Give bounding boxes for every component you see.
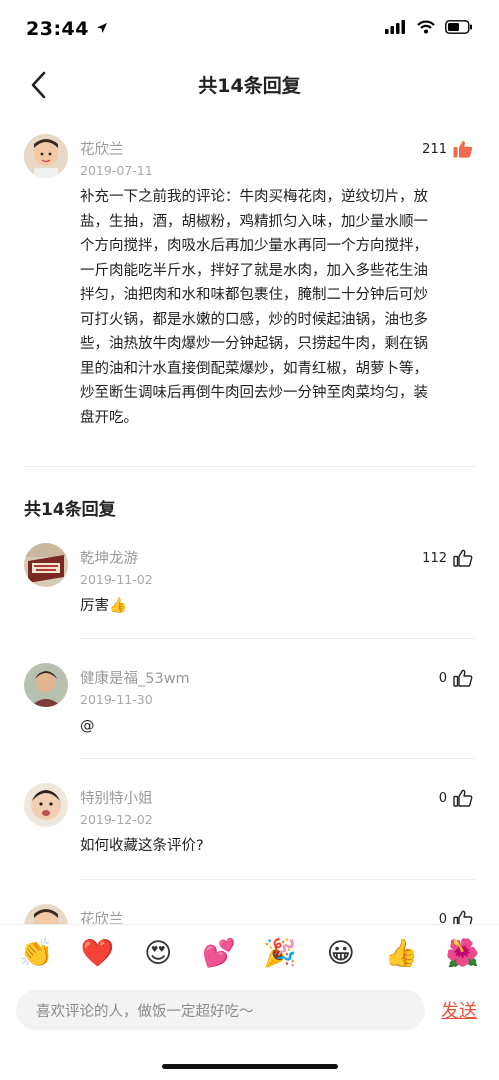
like-button[interactable]: 112 [422,549,473,567]
divider [80,879,475,880]
thumbs-up-emoji[interactable]: 👍 [380,933,424,973]
avatar[interactable] [24,134,68,178]
avatar[interactable] [24,783,68,827]
thumbs-up-filled-icon [453,141,473,158]
status-time: 23:44 [26,18,108,40]
send-button[interactable]: 发送 [441,997,477,1023]
thumbs-up-outline-icon [453,549,473,567]
reply-text: @ [80,718,95,734]
divider [80,758,475,759]
like-count: 112 [422,550,447,566]
like-button[interactable]: 211 [422,140,473,158]
comment-date: 2019-07-11 [80,163,153,178]
grinning-face-emoji[interactable]: 😀 [319,933,363,973]
reply-username[interactable]: 健康是福_53wm [80,667,190,688]
like-button[interactable]: 0 [439,789,473,807]
reply-username[interactable]: 特别特小姐 [80,787,153,808]
avatar[interactable] [24,543,68,587]
divider [80,638,475,639]
thumbs-up-outline-icon [453,789,473,807]
reply-date: 2019-11-02 [80,572,153,587]
two-hearts-emoji[interactable]: 💕 [197,933,241,973]
page-title: 共14条回复 [198,75,301,97]
like-count: 0 [438,670,447,686]
status-indicators [385,20,473,34]
like-button[interactable]: 0 [439,669,473,687]
like-count: 0 [438,790,447,806]
reply-date: 2019-12-02 [80,812,153,827]
thumbs-up-outline-icon [453,669,473,687]
avatar[interactable] [24,663,68,707]
comment-username[interactable]: 花欣兰 [80,138,124,159]
clapping-hands-emoji[interactable]: 👏 [14,933,58,973]
hibiscus-emoji[interactable]: 🌺 [441,933,485,973]
reply-username[interactable]: 乾坤龙游 [80,547,138,568]
replies-section-title: 共14条回复 [24,500,116,520]
red-heart-emoji[interactable]: ❤️ [75,933,119,973]
reply-text: 厉害👍 [80,598,128,614]
home-indicator [162,1064,338,1069]
location-arrow-icon [97,23,108,33]
comment-text: 补充一下之前我的评论：牛肉买梅花肉，逆纹切片，放盐，生抽，酒，胡椒粉，鸡精抓匀入… [80,189,428,426]
party-popper-emoji[interactable]: 🎉 [258,933,302,973]
like-count: 211 [422,141,447,157]
comment-input-placeholder: 喜欢评论的人，做饭一定超好吃～ [36,1004,254,1020]
reply-date: 2019-11-30 [80,692,153,707]
emoji-bar: 👏 ❤️ 😍 💕 🎉 😀 👍 🌺 [0,933,499,973]
signal-icon [385,20,405,34]
heart-eyes-emoji[interactable]: 😍 [136,933,180,973]
battery-icon [445,20,472,34]
wifi-icon [417,20,435,34]
reply-text: 如何收藏这条评价? [80,838,204,854]
divider [24,466,475,467]
